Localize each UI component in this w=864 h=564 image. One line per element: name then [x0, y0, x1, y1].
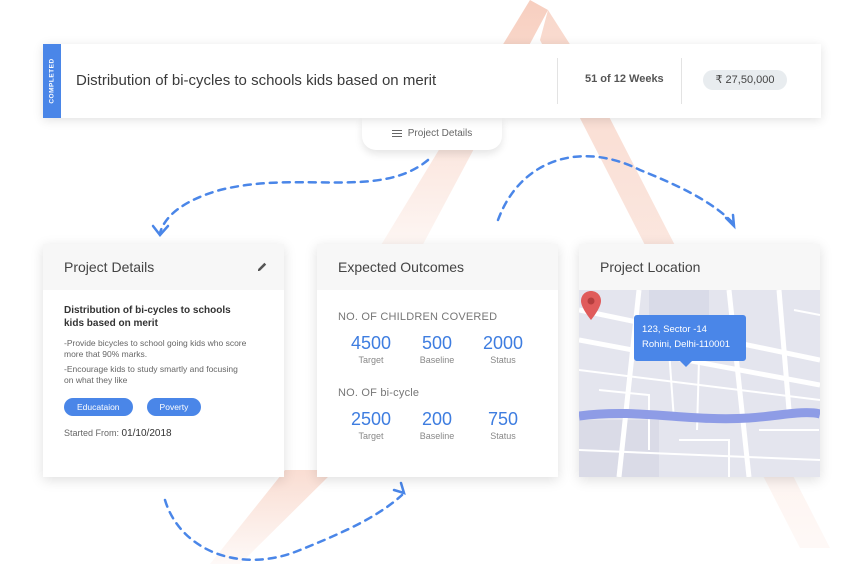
- metric-status: 2000 Status: [470, 333, 536, 365]
- outcome-section-title: NO. OF bi-cycle: [338, 387, 420, 399]
- metric-label: Status: [490, 355, 516, 365]
- metric-label: Target: [358, 355, 384, 365]
- metric-status: 750 Status: [470, 409, 536, 441]
- map-pin-icon[interactable]: [579, 290, 603, 322]
- address-tooltip: 123, Sector -14 Rohini, Delhi-110001: [634, 315, 746, 367]
- outcome-section-title: NO. OF CHILDREN COVERED: [338, 311, 498, 323]
- metric-label: Baseline: [419, 355, 455, 365]
- status-strip: COMPLETED: [43, 44, 61, 118]
- project-point: -Provide bicycles to school going kids w…: [64, 338, 247, 359]
- project-location-card: Project Location 123, Sector -14 Rohini,…: [579, 244, 820, 477]
- project-point: -Encourage kids to study smartly and foc…: [64, 364, 238, 385]
- pencil-icon[interactable]: [256, 261, 268, 273]
- status-label: COMPLETED: [48, 58, 56, 104]
- address-line-2: Rohini, Delhi-110001: [642, 339, 731, 350]
- location-map[interactable]: 123, Sector -14 Rohini, Delhi-110001: [579, 290, 820, 477]
- tag-poverty[interactable]: Poverty: [146, 398, 202, 416]
- card-header: Expected Outcomes: [317, 244, 558, 290]
- project-banner[interactable]: COMPLETED Distribution of bi-cycles to s…: [43, 44, 821, 118]
- project-details-tab-label: Project Details: [407, 128, 473, 139]
- metric-target: 4500 Target: [338, 333, 404, 365]
- divider: [681, 58, 682, 104]
- project-title: Distribution of bi-cycles to schools kid…: [76, 72, 437, 89]
- metric-value: 750: [487, 409, 519, 429]
- weeks-progress: 51 of 12 Weeks: [585, 73, 664, 85]
- card-title: Project Details: [64, 259, 155, 275]
- divider: [557, 58, 558, 104]
- metric-value: 200: [421, 409, 453, 429]
- metric-value: 500: [421, 333, 453, 353]
- expected-outcomes-card: Expected Outcomes NO. OF CHILDREN COVERE…: [317, 244, 558, 477]
- project-summary-title: Distribution of bi-cycles to schools kid…: [64, 305, 231, 329]
- metric-target: 2500 Target: [338, 409, 404, 441]
- outcome-metrics-row: 2500 Target 200 Baseline 750 Status: [338, 409, 537, 441]
- card-title: Expected Outcomes: [338, 259, 465, 275]
- card-title: Project Location: [600, 259, 701, 275]
- metric-value: 2500: [350, 409, 392, 429]
- address-line-1: 123, Sector -14: [642, 324, 707, 335]
- started-date: 01/10/2018: [121, 428, 172, 439]
- metric-label: Status: [490, 431, 516, 441]
- started-from: Started From: 01/10/2018: [64, 428, 263, 439]
- card-header: Project Location: [579, 244, 820, 290]
- project-details-card: Project Details Distribution of bi-cycle…: [43, 244, 284, 477]
- project-details-tab[interactable]: Project Details: [362, 117, 502, 150]
- metric-baseline: 500 Baseline: [404, 333, 470, 365]
- hamburger-icon: [391, 129, 402, 138]
- started-label: Started From:: [64, 428, 120, 438]
- metric-value: 4500: [350, 333, 392, 353]
- card-header: Project Details: [43, 244, 284, 290]
- metric-value: 2000: [482, 333, 524, 353]
- outcome-metrics-row: 4500 Target 500 Baseline 2000 Status: [338, 333, 537, 365]
- tag-education[interactable]: Educataion: [64, 398, 133, 416]
- metric-label: Target: [358, 431, 384, 441]
- budget-badge: ₹ 27,50,000: [703, 70, 787, 90]
- metric-label: Baseline: [419, 431, 455, 441]
- metric-baseline: 200 Baseline: [404, 409, 470, 441]
